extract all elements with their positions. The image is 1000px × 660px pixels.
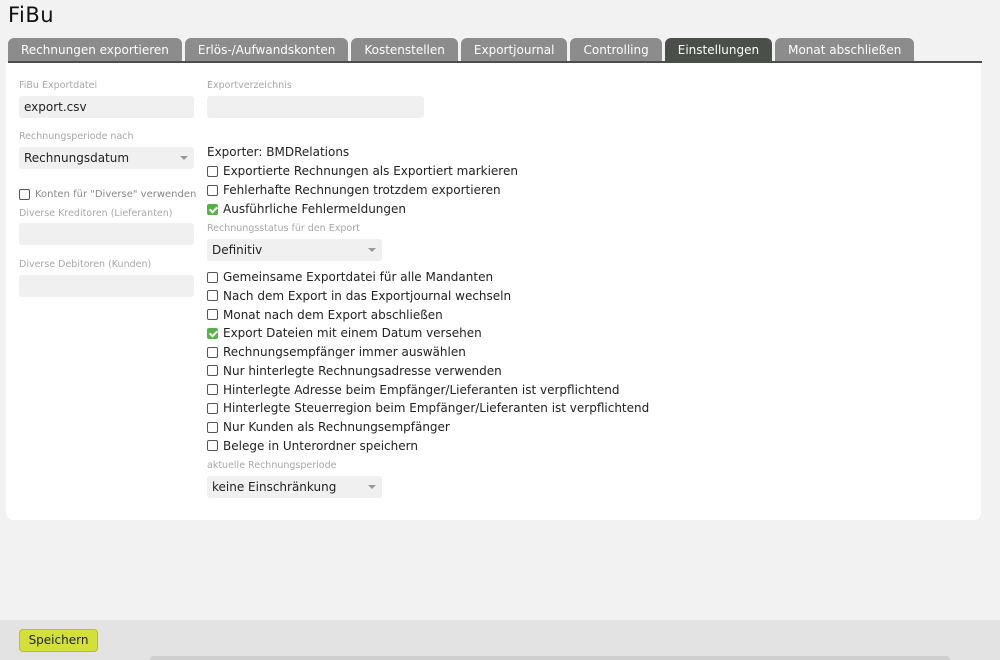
tab-erloes-aufwandskonten[interactable]: Erlös-/Aufwandskonten: [184, 38, 349, 61]
option-checkbox[interactable]: [207, 203, 218, 215]
option-checkbox[interactable]: [207, 165, 218, 177]
status-select[interactable]: Definitiv: [207, 239, 382, 261]
tab-monat-abschliessen[interactable]: Monat abschließen: [775, 38, 915, 61]
chevron-down-icon: [368, 248, 376, 252]
option-label: Hinterlegte Adresse beim Empfänger/Liefe…: [223, 382, 620, 397]
option-row[interactable]: Ausführliche Fehlermeldungen: [207, 200, 406, 218]
diverse-checkbox[interactable]: [19, 188, 30, 200]
debtors-input[interactable]: [19, 275, 194, 297]
option-checkbox[interactable]: [207, 327, 218, 339]
option-row[interactable]: Monat nach dem Export abschließen: [207, 306, 443, 324]
option-row[interactable]: Nur hinterlegte Rechnungsadresse verwend…: [207, 362, 502, 380]
option-row[interactable]: Gemeinsame Exportdatei für alle Mandante…: [207, 268, 493, 286]
option-checkbox[interactable]: [207, 346, 218, 358]
option-label: Export Dateien mit einem Datum versehen: [223, 326, 482, 341]
option-checkbox[interactable]: [207, 440, 218, 452]
period-select[interactable]: Rechnungsdatum: [19, 147, 194, 169]
save-button[interactable]: Speichern: [19, 629, 98, 652]
option-row[interactable]: Export Dateien mit einem Datum versehen: [207, 324, 482, 342]
option-label: Gemeinsame Exportdatei für alle Mandante…: [223, 270, 494, 284]
option-checkbox[interactable]: [207, 290, 218, 302]
period-label: Rechnungsperiode nach: [19, 131, 134, 142]
option-checkbox[interactable]: [207, 402, 218, 414]
option-checkbox[interactable]: [207, 384, 218, 395]
tab-exportjournal[interactable]: Exportjournal: [460, 38, 568, 61]
status-label: Rechnungsstatus für den Export: [207, 223, 360, 234]
option-label: Ausführliche Fehlermeldungen: [223, 202, 407, 216]
export-file-label: FiBu Exportdatei: [19, 80, 98, 91]
option-checkbox[interactable]: [207, 365, 218, 377]
option-label: Fehlerhafte Rechnungen trotzdem exportie…: [223, 183, 501, 197]
tab-einstellungen[interactable]: Einstellungen: [664, 38, 773, 61]
debtors-label: Diverse Debitoren (Kunden): [19, 259, 152, 270]
tab-rechnungen-exportieren[interactable]: Rechnungen exportieren: [8, 38, 182, 61]
chevron-down-icon: [180, 156, 188, 160]
option-row[interactable]: Nur Kunden als Rechnungsempfänger: [207, 418, 450, 436]
tab-bar: Rechnungen exportieren Erlös-/Aufwandsko…: [8, 38, 915, 61]
export-dir-input[interactable]: [207, 96, 424, 118]
option-label: Hinterlegte Steuerregion beim Empfänger/…: [223, 401, 650, 416]
option-row[interactable]: Exportierte Rechnungen als Exportiert ma…: [207, 162, 518, 180]
creditors-input[interactable]: [19, 223, 194, 245]
creditors-label: Diverse Kreditoren (Lieferanten): [19, 208, 173, 219]
option-label: Nur hinterlegte Rechnungsadresse verwend…: [223, 363, 502, 378]
option-label: Belege in Unterordner speichern: [223, 438, 418, 453]
export-dir-label: Exportverzeichnis: [207, 80, 292, 91]
exporter-heading: Exporter: BMDRelations: [207, 145, 350, 159]
option-row[interactable]: Fehlerhafte Rechnungen trotzdem exportie…: [207, 181, 501, 199]
option-row[interactable]: Belege in Unterordner speichern: [207, 437, 418, 455]
option-label: Nur Kunden als Rechnungsempfänger: [223, 420, 450, 434]
option-row[interactable]: Nach dem Export in das Exportjournal wec…: [207, 287, 511, 305]
chevron-down-icon: [368, 485, 376, 489]
current-period-label: aktuelle Rechnungsperiode: [207, 460, 337, 471]
option-label: Exportierte Rechnungen als Exportiert ma…: [223, 164, 518, 178]
option-label: Monat nach dem Export abschließen: [223, 307, 443, 322]
status-select-value: Definitiv: [212, 243, 263, 257]
option-checkbox[interactable]: [207, 421, 218, 433]
option-checkbox[interactable]: [207, 271, 218, 283]
tab-kostenstellen[interactable]: Kostenstellen: [351, 38, 458, 61]
current-period-select[interactable]: keine Einschränkung: [207, 476, 382, 498]
option-label: Nach dem Export in das Exportjournal wec…: [223, 288, 512, 303]
page-title: FiBu: [8, 3, 55, 27]
current-period-select-value: keine Einschränkung: [212, 480, 337, 494]
option-label: Rechnungsempfänger immer auswählen: [223, 345, 466, 359]
option-checkbox[interactable]: [207, 309, 218, 320]
period-select-value: Rechnungsdatum: [24, 151, 130, 165]
diverse-checkbox-row[interactable]: Konten für "Diverse" verwenden: [19, 185, 196, 203]
diverse-checkbox-label: Konten für "Diverse" verwenden: [35, 188, 197, 200]
option-checkbox[interactable]: [207, 184, 218, 196]
footer-bar: [0, 620, 1000, 660]
option-row[interactable]: Hinterlegte Steuerregion beim Empfänger/…: [207, 399, 649, 417]
tab-controlling[interactable]: Controlling: [570, 38, 662, 61]
option-row[interactable]: Rechnungsempfänger immer auswählen: [207, 343, 466, 361]
export-file-input[interactable]: export.csv: [19, 96, 194, 118]
option-row[interactable]: Hinterlegte Adresse beim Empfänger/Liefe…: [207, 381, 619, 399]
settings-panel: FiBu Exportdatei export.csv Rechnungsper…: [6, 63, 981, 520]
footer-decoration: [150, 656, 950, 660]
